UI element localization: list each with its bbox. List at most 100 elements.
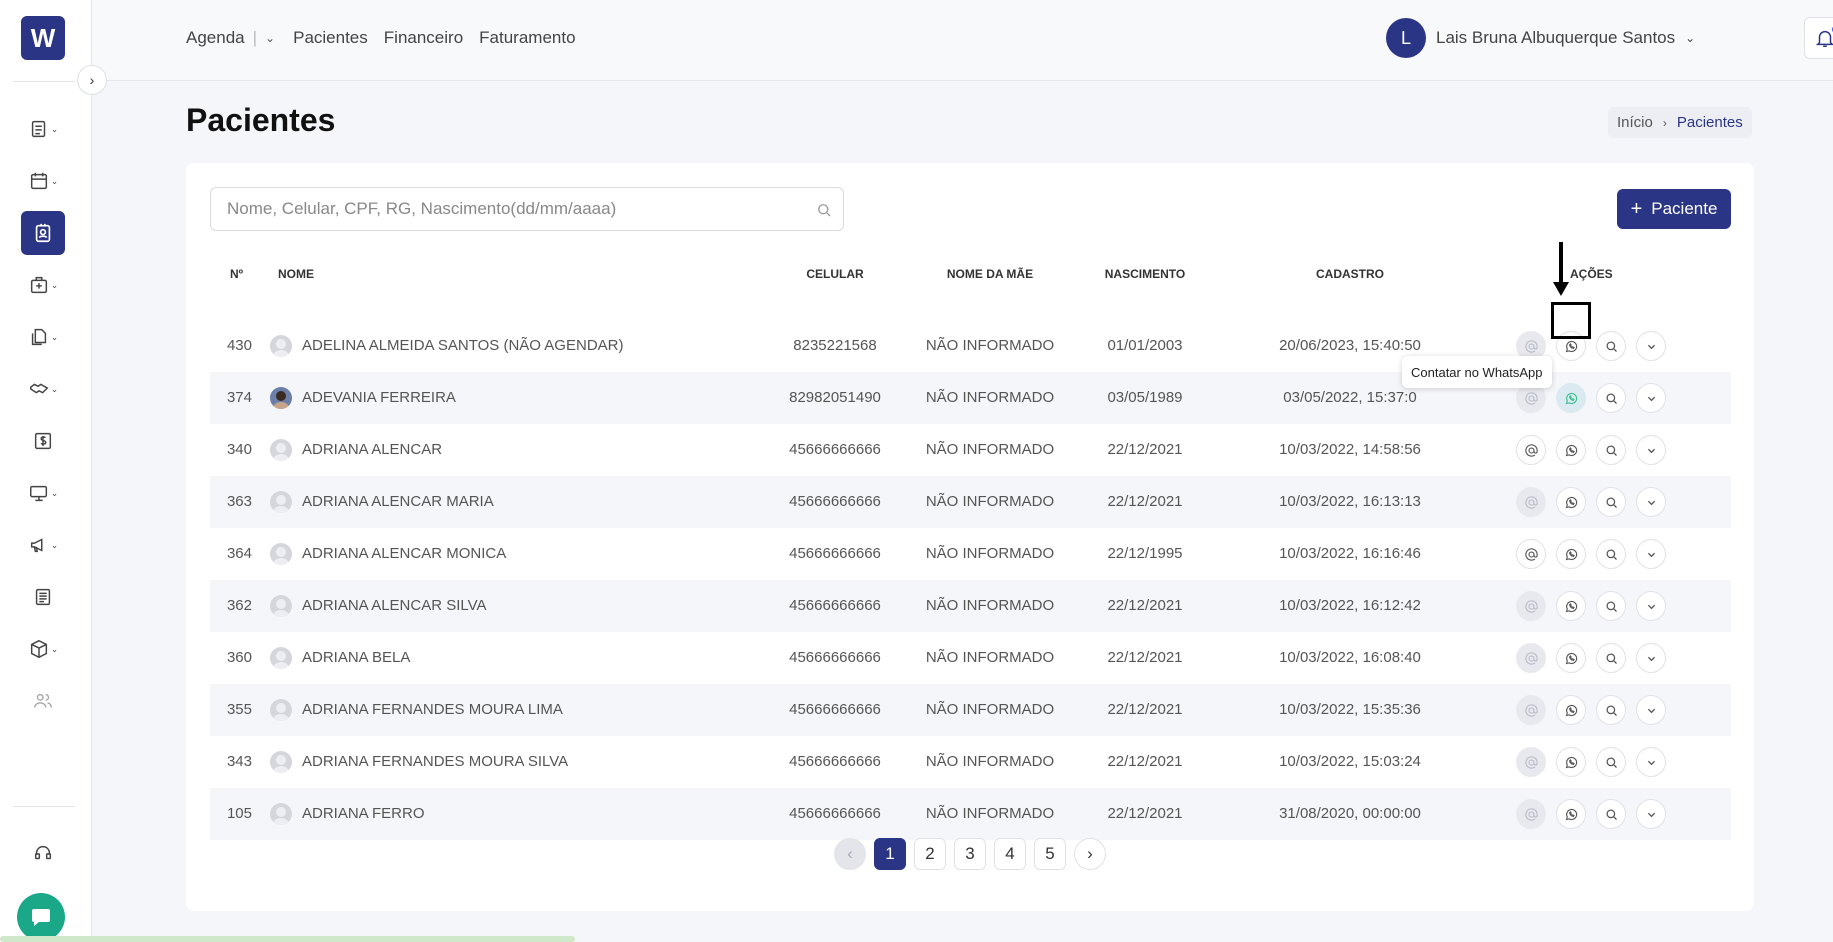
nav-faturamento[interactable]: Faturamento — [479, 28, 575, 48]
table-row[interactable]: 355 ADRIANA FERNANDES MOURA LIMA 456666666… — [210, 684, 1731, 736]
nav-agenda[interactable]: Agenda — [186, 28, 245, 48]
cell-name[interactable]: ADEVANIA FERREIRA — [302, 389, 456, 406]
whatsapp-tooltip: Contatar no WhatsApp — [1402, 356, 1552, 388]
search-icon — [1604, 339, 1619, 354]
page-1-button[interactable]: 1 — [874, 838, 906, 870]
view-patient-button[interactable] — [1596, 383, 1626, 413]
whatsapp-button[interactable] — [1556, 591, 1586, 621]
table-row[interactable]: 363 ADRIANA ALENCAR MARIA 45666666666 NÃO I… — [210, 476, 1731, 528]
cell-name[interactable]: ADELINA ALMEIDA SANTOS (NÃO AGENDAR) — [302, 337, 623, 354]
cell-phone: 45666666666 — [789, 441, 881, 458]
sidebar-item-monitor[interactable]: ⌄ — [21, 471, 65, 515]
email-button[interactable] — [1516, 539, 1546, 569]
sidebar-item-users[interactable] — [21, 679, 65, 723]
cell-name[interactable]: ADRIANA BELA — [302, 649, 410, 666]
more-actions-button[interactable] — [1636, 539, 1666, 569]
whatsapp-button[interactable] — [1556, 539, 1586, 569]
whatsapp-button[interactable] — [1556, 487, 1586, 517]
email-button[interactable] — [1516, 487, 1546, 517]
sidebar-item-support[interactable] — [21, 831, 65, 875]
cell-birth: 22/12/1995 — [1107, 545, 1183, 562]
sidebar-item-reports[interactable] — [21, 575, 65, 619]
more-actions-button[interactable] — [1636, 331, 1666, 361]
view-patient-button[interactable] — [1596, 435, 1626, 465]
more-actions-button[interactable] — [1636, 383, 1666, 413]
sidebar-item-clinic[interactable]: ⌄ — [21, 263, 65, 307]
whatsapp-icon — [1564, 807, 1579, 822]
chevron-down-icon — [1644, 703, 1659, 718]
view-patient-button[interactable] — [1596, 591, 1626, 621]
sidebar-item-patients[interactable] — [21, 211, 65, 255]
cell-name[interactable]: ADRIANA ALENCAR — [302, 441, 442, 458]
page-2-button[interactable]: 2 — [914, 838, 946, 870]
cell-name[interactable]: ADRIANA FERNANDES MOURA LIMA — [302, 701, 563, 718]
table-row[interactable]: 364 ADRIANA ALENCAR MONICA 45666666666 NÃO … — [210, 528, 1731, 580]
main-nav: Agenda | ⌄ Pacientes Financeiro Faturame… — [186, 28, 592, 48]
cell-name[interactable]: ADRIANA FERNANDES MOURA SILVA — [302, 753, 568, 770]
sidebar-toggle-button[interactable]: › — [77, 65, 107, 95]
prev-page-button[interactable]: ‹ — [834, 838, 866, 870]
whatsapp-button[interactable] — [1556, 435, 1586, 465]
email-button[interactable] — [1516, 435, 1546, 465]
next-page-button[interactable]: › — [1074, 838, 1106, 870]
cell-registration: 20/06/2023, 15:40:50 — [1279, 337, 1421, 354]
more-actions-button[interactable] — [1636, 435, 1666, 465]
cell-name[interactable]: ADRIANA ALENCAR MONICA — [302, 545, 506, 562]
avatar — [270, 335, 292, 357]
table-row[interactable]: 105 ADRIANA FERRO 45666666666 NÃO INFORMADO… — [210, 788, 1731, 840]
table-row[interactable]: 343 ADRIANA FERNANDES MOURA SILVA 45666666… — [210, 736, 1731, 788]
table-row[interactable]: 340 ADRIANA ALENCAR 45666666666 NÃO INFORMA… — [210, 424, 1731, 476]
sidebar-item-records[interactable]: ⌄ — [21, 107, 65, 151]
view-patient-button[interactable] — [1596, 331, 1626, 361]
nav-financeiro[interactable]: Financeiro — [384, 28, 463, 48]
email-button[interactable] — [1516, 695, 1546, 725]
more-actions-button[interactable] — [1636, 643, 1666, 673]
view-patient-button[interactable] — [1596, 695, 1626, 725]
email-button[interactable] — [1516, 643, 1546, 673]
search-input[interactable] — [211, 188, 843, 230]
page-3-button[interactable]: 3 — [954, 838, 986, 870]
table-row[interactable]: 360 ADRIANA BELA 45666666666 NÃO INFORMADO 2… — [210, 632, 1731, 684]
view-patient-button[interactable] — [1596, 799, 1626, 829]
add-patient-button[interactable]: + Paciente — [1617, 189, 1731, 229]
cell-name[interactable]: ADRIANA FERRO — [302, 805, 425, 822]
sidebar-item-inventory[interactable]: ⌄ — [21, 627, 65, 671]
more-actions-button[interactable] — [1636, 695, 1666, 725]
email-button[interactable] — [1516, 747, 1546, 777]
page-4-button[interactable]: 4 — [994, 838, 1026, 870]
view-patient-button[interactable] — [1596, 747, 1626, 777]
view-patient-button[interactable] — [1596, 539, 1626, 569]
breadcrumb-home[interactable]: Início — [1617, 114, 1653, 131]
cell-registration: 10/03/2022, 16:16:46 — [1279, 545, 1421, 562]
view-patient-button[interactable] — [1596, 643, 1626, 673]
whatsapp-button[interactable] — [1556, 643, 1586, 673]
whatsapp-button[interactable] — [1556, 747, 1586, 777]
more-actions-button[interactable] — [1636, 591, 1666, 621]
cell-name[interactable]: ADRIANA ALENCAR SILVA — [302, 597, 487, 614]
sidebar-item-finance[interactable] — [21, 419, 65, 463]
more-actions-button[interactable] — [1636, 487, 1666, 517]
app-logo[interactable]: W — [21, 16, 65, 60]
whatsapp-button[interactable] — [1556, 695, 1586, 725]
cell-name[interactable]: ADRIANA ALENCAR MARIA — [302, 493, 494, 510]
email-button[interactable] — [1516, 799, 1546, 829]
view-patient-button[interactable] — [1596, 487, 1626, 517]
table-row[interactable]: 362 ADRIANA ALENCAR SILVA 45666666666 NÃO I… — [210, 580, 1731, 632]
user-name: Lais Bruna Albuquerque Santos — [1436, 28, 1676, 47]
sidebar-item-marketing[interactable]: ⌄ — [21, 523, 65, 567]
chat-button[interactable] — [17, 893, 65, 941]
email-button[interactable] — [1516, 591, 1546, 621]
sidebar-item-documents[interactable]: ⌄ — [21, 315, 65, 359]
notifications-button[interactable] — [1804, 17, 1833, 59]
sidebar-item-agenda[interactable]: ⌄ — [21, 159, 65, 203]
whatsapp-button[interactable] — [1556, 383, 1586, 413]
chevron-down-icon[interactable]: ⌄ — [265, 31, 275, 45]
user-menu[interactable]: L Lais Bruna Albuquerque Santos ⌄ — [1386, 18, 1695, 58]
more-actions-button[interactable] — [1636, 799, 1666, 829]
page-5-button[interactable]: 5 — [1034, 838, 1066, 870]
chat-bubble-icon — [32, 909, 50, 926]
nav-pacientes[interactable]: Pacientes — [293, 28, 368, 48]
sidebar-item-handshake[interactable]: ⌄ — [21, 367, 65, 411]
whatsapp-button[interactable] — [1556, 799, 1586, 829]
more-actions-button[interactable] — [1636, 747, 1666, 777]
